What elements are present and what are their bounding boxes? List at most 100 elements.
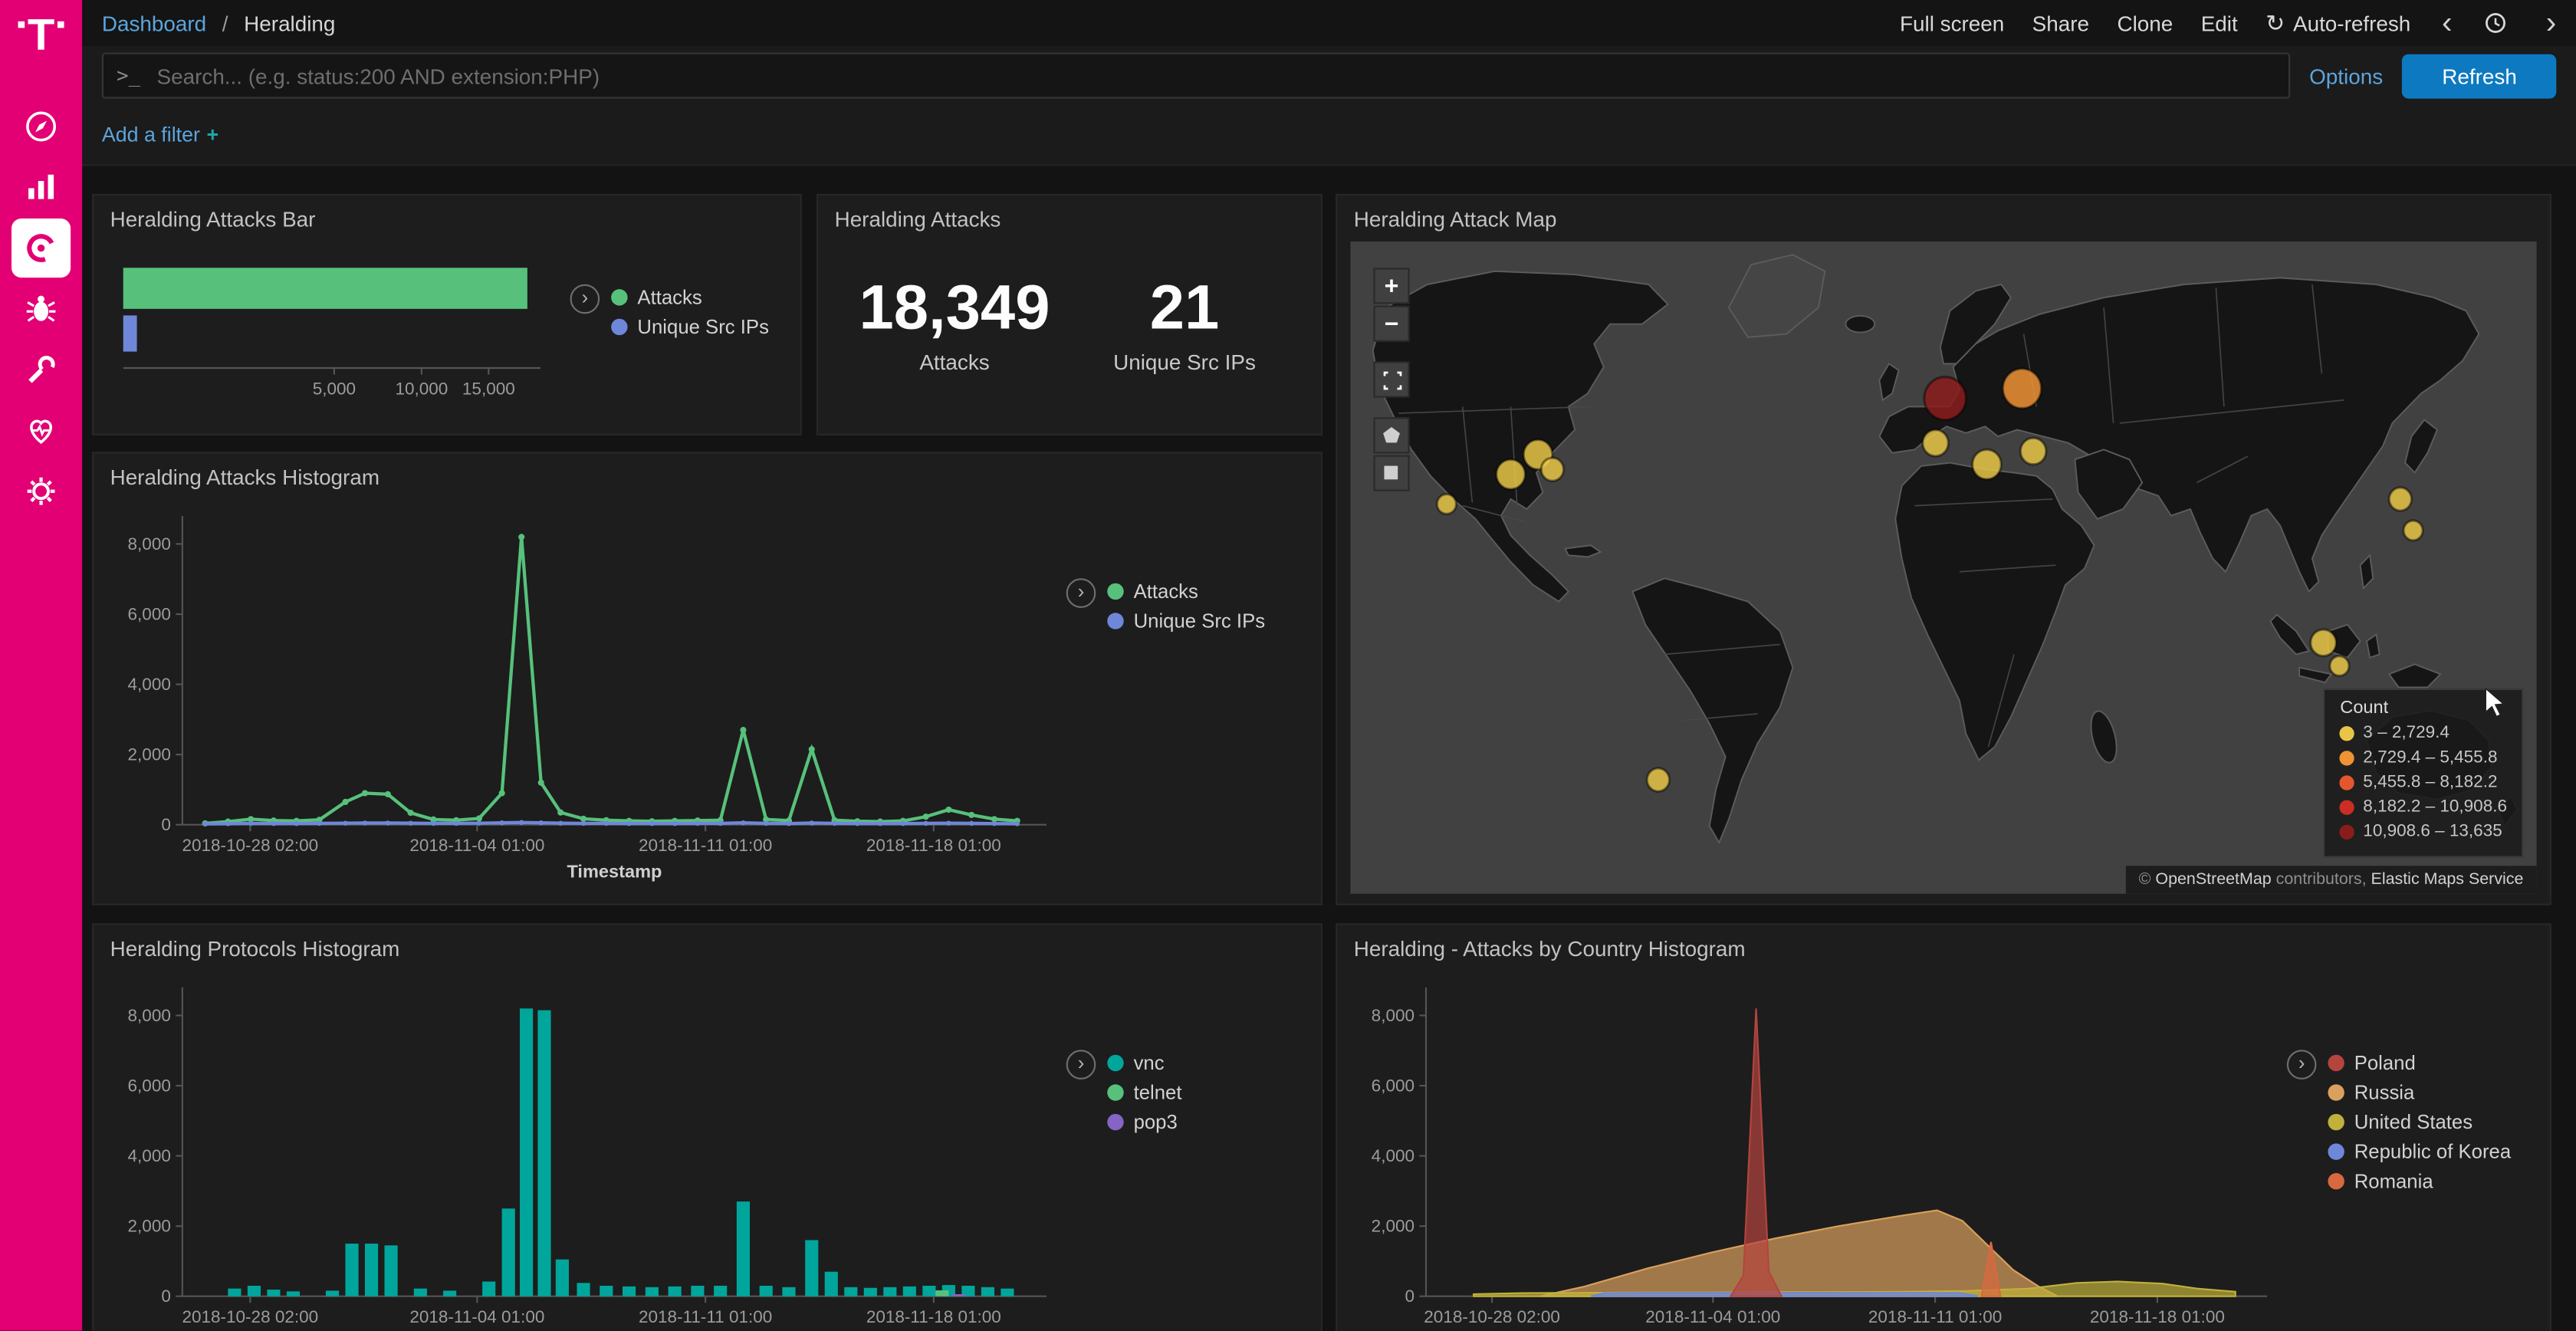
legend-item[interactable]: Romania [2328, 1170, 2511, 1193]
svg-text:8,000: 8,000 [1372, 1006, 1414, 1025]
legend-color-dot [611, 319, 627, 335]
continent-africa [1895, 463, 2094, 761]
telekom-logo[interactable]: T [18, 13, 64, 58]
legend-item[interactable]: 10,908.6 – 13,635 [2340, 821, 2507, 841]
legend-item[interactable]: Attacks [611, 286, 769, 309]
svg-text:Timestamp: Timestamp [567, 861, 662, 881]
sidebar: T [0, 0, 82, 1331]
island-iceland [1845, 316, 1875, 333]
svg-text:6,000: 6,000 [1372, 1076, 1414, 1096]
continent-north-america [1373, 271, 1668, 602]
full-screen-button[interactable]: Full screen [1900, 11, 2004, 35]
top-bar: Dashboard / Heralding Full screen Share … [82, 0, 2576, 48]
legend-item-label: Russia [2354, 1081, 2415, 1104]
panel-attacks-bar: Heralding Attacks Bar 5,00010,00015,000 … [92, 194, 802, 435]
legend-item[interactable]: Russia [2328, 1081, 2511, 1104]
svg-text:8,000: 8,000 [128, 534, 171, 554]
topbar-actions: Full screen Share Clone Edit ↻ Auto-refr… [1900, 8, 2560, 39]
legend-item[interactable]: Unique Src IPs [1107, 610, 1265, 633]
elastic-maps-service-link[interactable]: Elastic Maps Service [2371, 871, 2524, 889]
legend-color-dot [1107, 1055, 1123, 1071]
island-cuba [1566, 545, 1601, 557]
breadcrumb-dashboard-link[interactable]: Dashboard [102, 11, 206, 35]
legend-item[interactable]: Republic of Korea [2328, 1140, 2511, 1163]
sidebar-item-dashboard[interactable] [12, 219, 71, 278]
sidebar-item-health[interactable] [12, 401, 71, 460]
metric-unique-src-ips: 21 Unique Src IPs [1079, 274, 1290, 374]
edit-button[interactable]: Edit [2201, 11, 2238, 35]
options-link[interactable]: Options [2309, 64, 2383, 88]
fit-bounds-button[interactable] [1373, 361, 1409, 397]
legend-item[interactable]: Attacks [1107, 580, 1265, 603]
legend-item[interactable]: vnc [1107, 1051, 1181, 1074]
search-input[interactable] [153, 61, 2275, 89]
legend-toggle-button[interactable]: › [1066, 1050, 1096, 1080]
legend-color-dot [2328, 1173, 2344, 1189]
auto-refresh-icon: ↻ [2266, 9, 2285, 37]
legend-toggle-button[interactable]: › [2287, 1050, 2317, 1080]
legend-item[interactable]: Unique Src IPs [611, 315, 769, 338]
panel-title: Heralding Attacks Histogram [94, 453, 1321, 489]
zoom-out-button[interactable]: − [1373, 306, 1409, 342]
clone-button[interactable]: Clone [2117, 11, 2173, 35]
legend-color-dot [2340, 725, 2354, 740]
gear-icon [23, 473, 59, 509]
sidebar-item-discover[interactable] [12, 97, 71, 156]
sidebar-item-tools[interactable] [12, 340, 71, 399]
svg-text:2018-11-04 01:00: 2018-11-04 01:00 [1645, 1307, 1780, 1326]
world-map[interactable]: + − Count 3 – 2,729.42,729.4 – 5,455.85,… [1350, 242, 2536, 894]
sidebar-item-visualize[interactable] [12, 158, 71, 217]
svg-text:2018-11-11 01:00: 2018-11-11 01:00 [639, 1307, 772, 1326]
attacks-histogram-chart[interactable]: 02,0004,0006,0008,0002018-10-28 02:00201… [107, 503, 1060, 894]
share-button[interactable]: Share [2032, 11, 2089, 35]
auto-refresh-button[interactable]: ↻ Auto-refresh [2266, 9, 2410, 37]
clock-icon [2483, 12, 2506, 35]
legend-item[interactable]: telnet [1107, 1081, 1181, 1104]
openstreetmap-link[interactable]: OpenStreetMap [2155, 871, 2271, 889]
legend-item-label: 5,455.8 – 8,182.2 [2363, 772, 2497, 792]
legend-item[interactable]: 3 – 2,729.4 [2340, 723, 2507, 743]
panel-title: Heralding Attacks Bar [94, 196, 800, 232]
svg-text:2,000: 2,000 [1372, 1217, 1414, 1236]
draw-rectangle-button[interactable] [1373, 455, 1409, 491]
query-bar: >_ Options Refresh [82, 46, 2576, 105]
breadcrumb: Dashboard / Heralding [102, 11, 336, 35]
legend-item[interactable]: United States [2328, 1111, 2511, 1134]
bar-chart-icon [23, 169, 59, 205]
island-new-guinea [2389, 664, 2440, 687]
legend-toggle-button[interactable]: › [1066, 578, 1096, 608]
legend-item[interactable]: 5,455.8 – 8,182.2 [2340, 772, 2507, 792]
zoom-in-button[interactable]: + [1373, 268, 1409, 304]
sidebar-item-settings[interactable] [12, 462, 71, 521]
metric-label: Unique Src IPs [1079, 350, 1290, 374]
legend-item-label: United States [2354, 1111, 2472, 1134]
dashboard-gauge-icon [23, 230, 59, 266]
add-filter-link[interactable]: Add a filter+ [102, 123, 219, 146]
attacks-bar-chart[interactable]: 5,00010,00015,000 [107, 245, 564, 416]
time-back-button[interactable]: ‹ [2439, 8, 2456, 39]
time-forward-button[interactable]: › [2542, 8, 2559, 39]
svg-text:6,000: 6,000 [128, 1076, 171, 1096]
app-root: T [0, 0, 2576, 1331]
draw-polygon-button[interactable] [1373, 417, 1409, 453]
metric-attacks: 18,349 Attacks [849, 274, 1060, 374]
time-range-picker[interactable] [2483, 12, 2515, 35]
legend-color-dot [2340, 824, 2354, 839]
legend-item-label: Poland [2354, 1051, 2416, 1074]
legend-toggle-button[interactable]: › [570, 284, 600, 314]
search-field: >_ [102, 53, 2290, 99]
legend-item[interactable]: 8,182.2 – 10,908.6 [2340, 797, 2507, 817]
legend: › Attacks Unique Src IPs [570, 284, 769, 416]
legend-item[interactable]: Poland [2328, 1051, 2511, 1074]
refresh-button[interactable]: Refresh [2403, 54, 2556, 98]
legend-item[interactable]: pop3 [1107, 1111, 1181, 1134]
country-histogram-chart[interactable]: 02,0004,0006,0008,0002018-10-28 02:00201… [1350, 974, 2280, 1331]
breadcrumb-current: Heralding [244, 11, 335, 35]
legend-item-label: telnet [1134, 1081, 1182, 1104]
island-uk [1879, 363, 1898, 399]
protocols-histogram-chart[interactable]: 02,0004,0006,0008,0002018-10-28 02:00201… [107, 974, 1060, 1331]
legend-item[interactable]: 2,729.4 – 5,455.8 [2340, 748, 2507, 767]
legend-color-dot [1107, 613, 1123, 629]
svg-text:2018-10-28 02:00: 2018-10-28 02:00 [1424, 1307, 1560, 1326]
sidebar-item-honeypot[interactable] [12, 279, 71, 338]
